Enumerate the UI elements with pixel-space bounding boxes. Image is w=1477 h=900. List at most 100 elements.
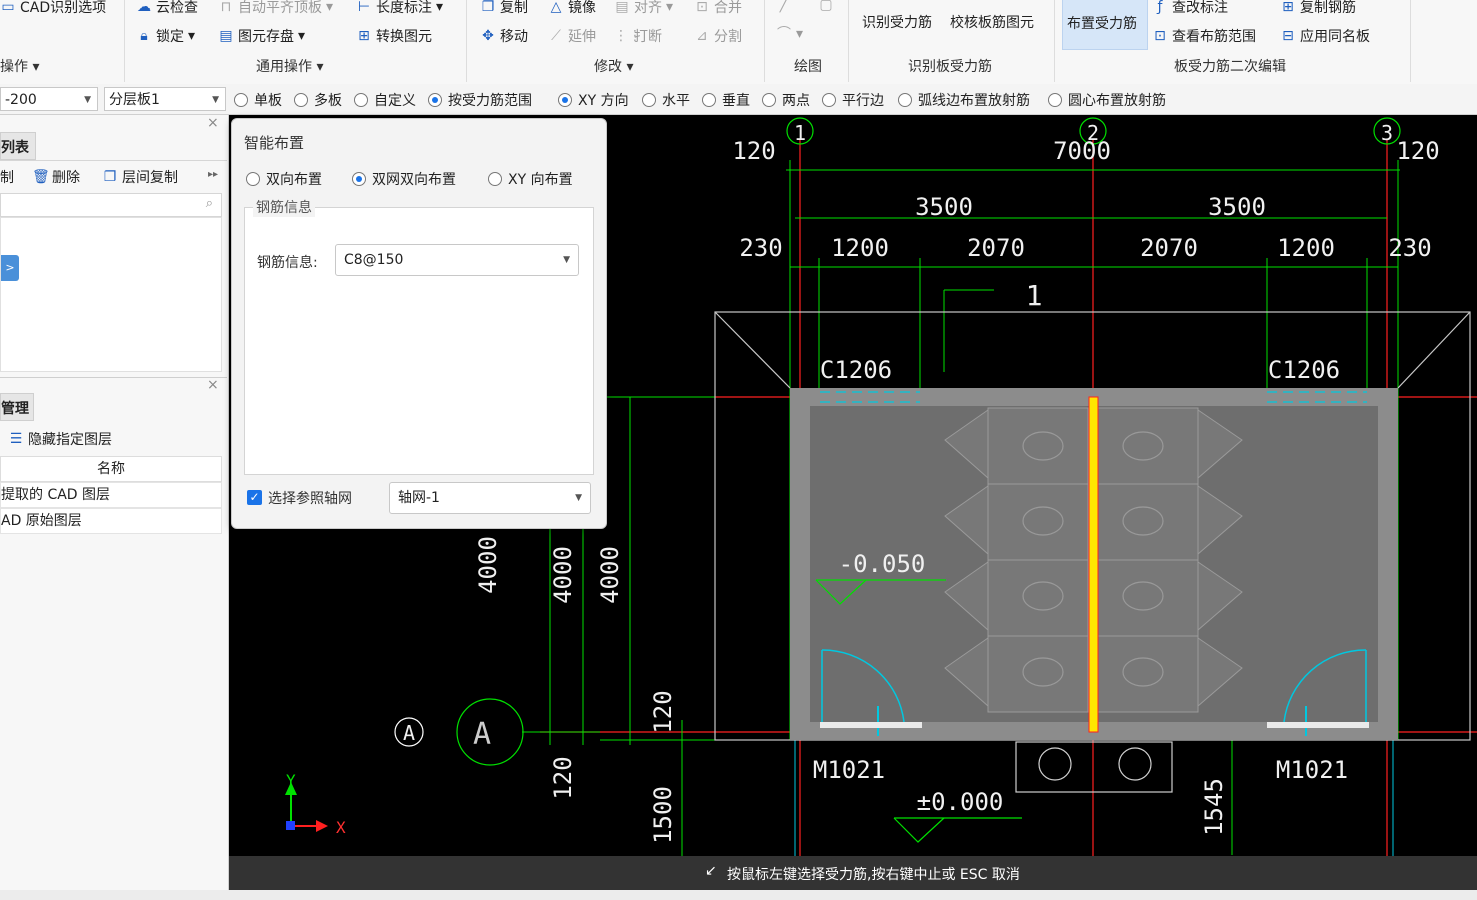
draw-line-button[interactable]: ╱ ▢ xyxy=(776,0,834,13)
layer-select[interactable]: 分层板1 ▼ xyxy=(104,87,226,111)
reference-axis-checkbox[interactable]: ✓ xyxy=(247,490,262,505)
divider xyxy=(0,160,227,161)
radio-by-bar-range[interactable]: 按受力筋范围 xyxy=(428,90,532,110)
element-list[interactable]: > xyxy=(0,217,222,372)
element-save-button[interactable]: ▤ 图元存盘 ▾ xyxy=(218,26,305,46)
bottom-strip xyxy=(0,890,1477,900)
layer-manager-tab[interactable]: 管理 xyxy=(0,393,34,421)
close-icon[interactable]: × xyxy=(207,115,219,131)
reference-axis-label: 选择参照轴网 xyxy=(268,491,352,507)
copy-element-button[interactable]: 制 xyxy=(0,167,14,187)
axis-select[interactable]: 轴网-1 ▼ xyxy=(389,482,591,514)
section-label: 1 xyxy=(1026,279,1043,312)
ribbon-toolbar: ▭ CAD识别选项 操作 ▾ ☁ 云检查 ⊓ 自动平齐顶板 ▾ ⊢ 长度标注 ▾… xyxy=(0,0,1477,85)
length-mark-button[interactable]: ⊢ 长度标注 ▾ xyxy=(356,0,443,17)
ribbon-divider xyxy=(124,0,125,82)
radio-icon xyxy=(354,93,368,107)
dimension-text: 1200 xyxy=(831,234,889,262)
radio-arc-edge-radial[interactable]: 弧线边布置放射筋 xyxy=(898,90,1030,110)
ribbon-divider xyxy=(848,0,849,82)
list-tab[interactable]: 列表 xyxy=(0,132,36,160)
dimension-text: 2070 xyxy=(967,234,1025,262)
move-button[interactable]: ✥ 移动 xyxy=(480,26,528,46)
line-icon: ╱ xyxy=(779,0,789,13)
edit-mark-button[interactable]: ƒ 查改标注 xyxy=(1152,0,1228,17)
apply-same-slab-button[interactable]: ⊟ 应用同名板 xyxy=(1280,26,1370,46)
radio-multi-slab[interactable]: 多板 xyxy=(294,90,342,110)
check-slab-bar-button[interactable]: 校核板筋图元 xyxy=(950,12,1034,32)
more-icon[interactable]: ▸▸ xyxy=(208,169,218,180)
dimension-text: 4000 xyxy=(474,536,502,594)
radio-xy-direction[interactable]: XY 方向 xyxy=(558,90,629,110)
group-label-operation[interactable]: 操作 ▾ xyxy=(0,56,39,76)
table-row[interactable]: AD 原始图层 xyxy=(0,508,222,534)
align-button[interactable]: ▤ 对齐 ▾ xyxy=(614,0,673,17)
draw-arc-button[interactable]: ⌒ ▾ xyxy=(776,26,803,42)
radio-bidirectional[interactable]: 双向布置 xyxy=(246,169,322,189)
radio-icon xyxy=(246,172,260,186)
radio-xy-layout[interactable]: XY 向布置 xyxy=(488,169,573,189)
axis-label: 1 xyxy=(794,121,806,145)
group-label-identify: 识别板受力筋 xyxy=(908,59,992,75)
copy-bar-icon: ⊞ xyxy=(1282,0,1294,15)
radio-checked-icon xyxy=(558,93,572,107)
dimension-text: 4000 xyxy=(549,546,577,604)
place-bar-button[interactable]: 布置受力筋 xyxy=(1062,0,1148,50)
chevron-down-icon: ▼ xyxy=(563,255,570,265)
table-row[interactable]: 提取的 CAD 图层 xyxy=(0,482,222,508)
axis-x-label: X xyxy=(336,818,346,837)
cad-options-button[interactable]: ▭ CAD识别选项 xyxy=(0,0,106,17)
length-mark-icon: ⊢ xyxy=(357,0,371,15)
copy-icon: ❐ xyxy=(103,169,117,185)
radio-center-radial[interactable]: 圆心布置放射筋 xyxy=(1048,90,1166,110)
level-text: ±0.000 xyxy=(917,788,1004,816)
option-bar: -200 ▼ 分层板1 ▼ 单板 多板 自定义 按受力筋范围 XY 方向 水平 垂直… xyxy=(0,84,1477,115)
merge-button[interactable]: ⊡ 合并 xyxy=(694,0,742,17)
dimension-text: 120 xyxy=(1396,137,1439,165)
dimension-text: 3500 xyxy=(1208,193,1266,221)
lock-button[interactable]: 🔒︎ 锁定 ▾ xyxy=(136,26,195,46)
split-button[interactable]: ⊿ 分割 xyxy=(694,26,742,46)
save-icon: ▤ xyxy=(219,28,233,44)
view-bar-range-button[interactable]: ⊡ 查看布筋范围 xyxy=(1152,26,1256,46)
group-legend: 钢筋信息 xyxy=(253,197,315,217)
break-button[interactable]: ⋮⋮ 打断 xyxy=(614,26,662,46)
sinks xyxy=(1015,741,1173,793)
rebar-info-group: 钢筋信息 钢筋信息: C8@150 ▼ xyxy=(244,197,594,475)
smart-layout-dialog: 智能布置 双向布置 双网双向布置 XY 向布置 钢筋信息 钢筋信息: C8@15… xyxy=(231,118,607,529)
extend-button[interactable]: ⟋ 延伸 xyxy=(548,26,596,46)
radio-custom[interactable]: 自定义 xyxy=(354,90,416,110)
selected-rebar[interactable] xyxy=(1088,396,1099,733)
dialog-title: 智能布置 xyxy=(244,134,305,152)
delete-button[interactable]: 🗑︎ 删除 xyxy=(32,167,80,187)
radio-horizontal[interactable]: 水平 xyxy=(642,90,690,110)
cloud-check-button[interactable]: ☁ 云检查 xyxy=(136,0,198,17)
elevation-select[interactable]: -200 ▼ xyxy=(0,87,98,111)
radio-two-points[interactable]: 两点 xyxy=(762,90,810,110)
radio-icon xyxy=(1048,93,1062,107)
close-icon[interactable]: × xyxy=(207,377,219,393)
door-sill xyxy=(1267,722,1369,728)
radio-parallel-edge[interactable]: 平行边 xyxy=(822,90,884,110)
convert-element-button[interactable]: ⊞ 转换图元 xyxy=(356,26,432,46)
dimension-text: 230 xyxy=(739,234,782,262)
identify-bar-button[interactable]: 识别受力筋 xyxy=(862,12,932,32)
radio-single-slab[interactable]: 单板 xyxy=(234,90,282,110)
copy-button[interactable]: ❐ 复制 xyxy=(480,0,528,17)
auto-align-button[interactable]: ⊓ 自动平齐顶板 ▾ xyxy=(218,0,334,17)
radio-vertical[interactable]: 垂直 xyxy=(702,90,750,110)
axis-label: 3 xyxy=(1381,121,1393,145)
floor-copy-button[interactable]: ❐ 层间复制 xyxy=(102,167,178,187)
selected-item-marker[interactable]: > xyxy=(1,255,19,281)
group-label-modify[interactable]: 修改 ▾ xyxy=(594,56,633,76)
rebar-info-select[interactable]: C8@150 ▼ xyxy=(335,244,579,276)
door-tag: M1021 xyxy=(1276,756,1348,784)
apply-icon: ⊟ xyxy=(1282,28,1294,44)
copy-bar-button[interactable]: ⊞ 复制钢筋 xyxy=(1280,0,1356,17)
group-label-common-ops[interactable]: 通用操作 ▾ xyxy=(256,56,323,76)
hide-layer-button[interactable]: ☰ 隐藏指定图层 xyxy=(8,429,112,449)
cursor-icon: ↙ xyxy=(705,863,717,879)
radio-double-net[interactable]: 双网双向布置 xyxy=(352,169,456,189)
filter-input[interactable]: ⌕ xyxy=(0,193,222,217)
mirror-button[interactable]: △ 镜像 xyxy=(548,0,596,17)
